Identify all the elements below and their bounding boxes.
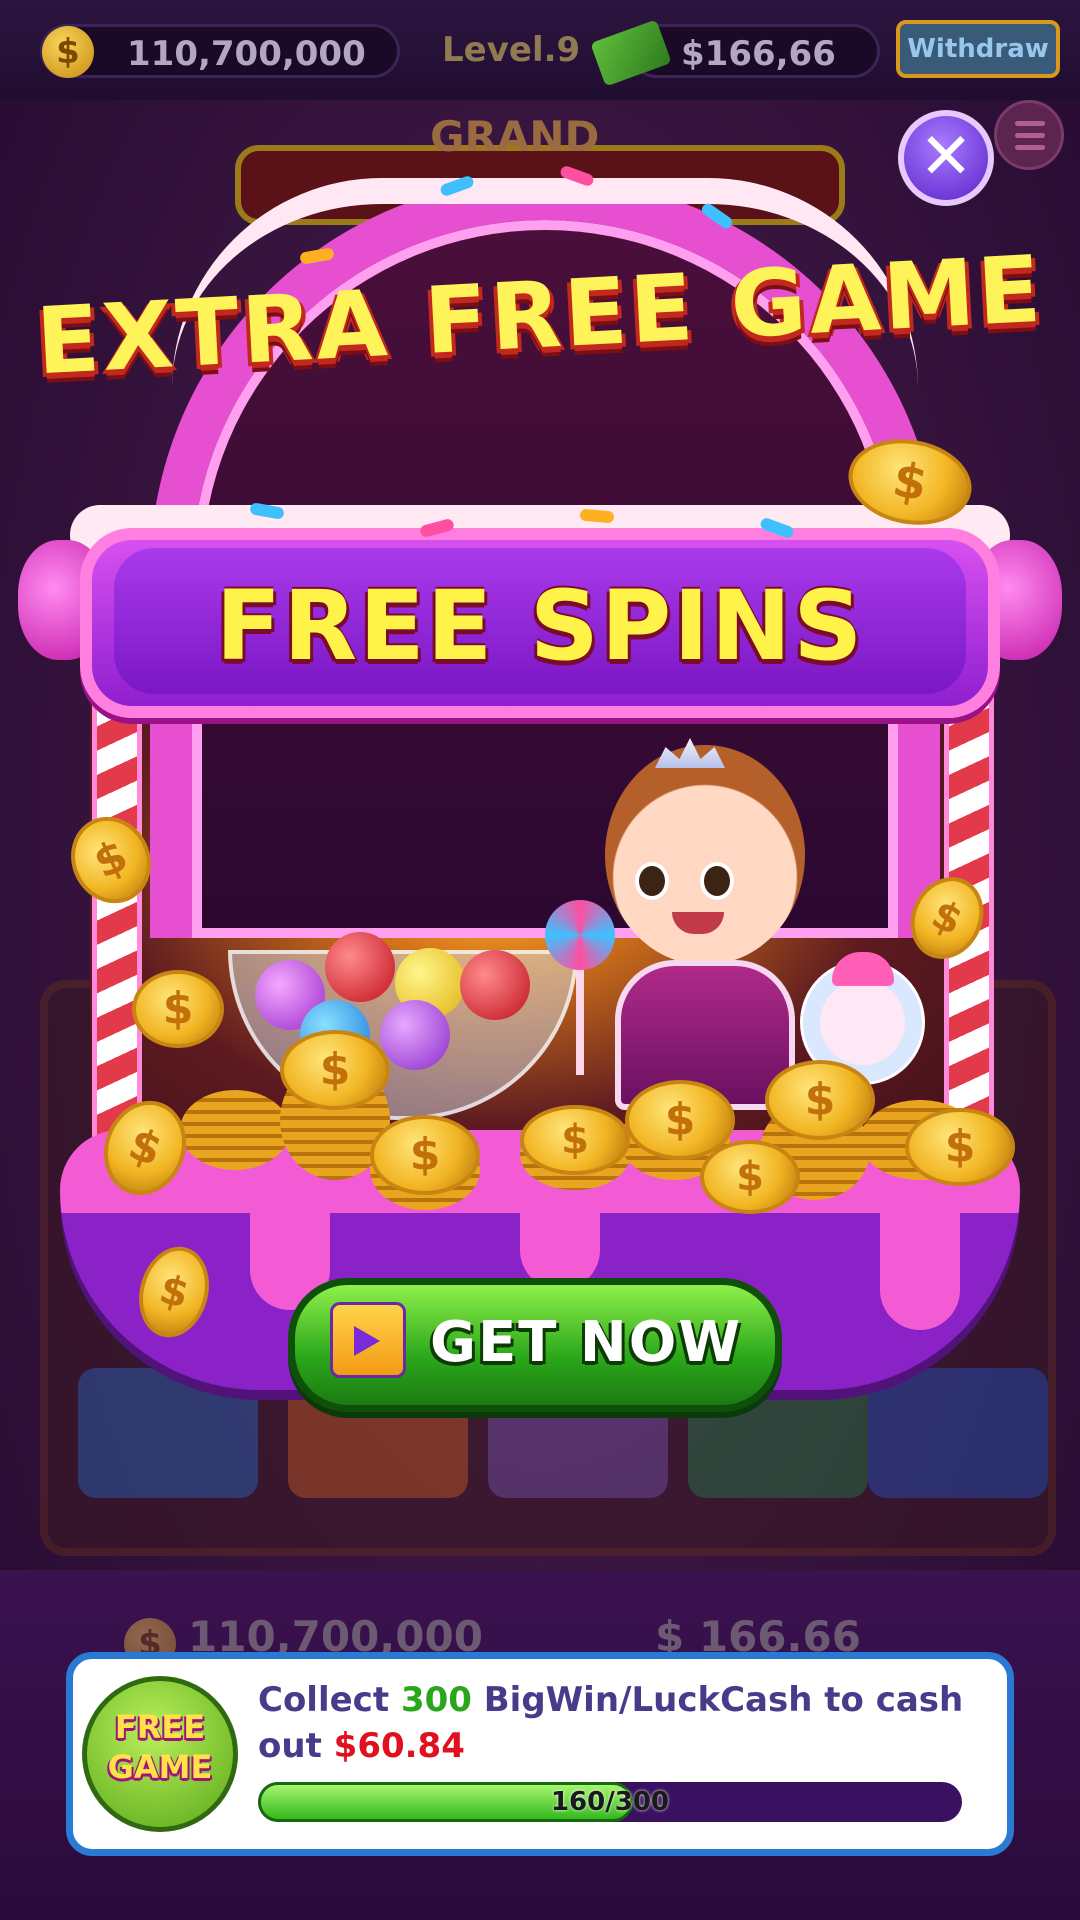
free-spins-label: FREE SPINS [215, 570, 865, 682]
free-game-badge-line2: GAME [107, 1748, 213, 1786]
collect-line2-prefix: out [258, 1726, 334, 1766]
free-game-badge-line1: FREE [114, 1708, 206, 1746]
dollar-coin-icon: $ [280, 1030, 390, 1110]
collect-amount: 300 [400, 1680, 472, 1720]
candy-ball [380, 1000, 450, 1070]
candy-ball [460, 950, 530, 1020]
dollar-coin-icon: $ [905, 1108, 1015, 1186]
play-icon [354, 1326, 380, 1356]
collect-middle: BigWin/LuckCash to cash [471, 1680, 964, 1720]
princess-eye [700, 862, 734, 900]
withdraw-button[interactable]: Withdraw [896, 20, 1060, 78]
coin-icon: $ [42, 26, 94, 78]
collect-progress-text: 160/300 [550, 1787, 670, 1817]
collect-prefix: Collect [258, 1680, 401, 1720]
dollar-coin-icon: $ [132, 970, 224, 1048]
menu-icon-line [1015, 133, 1045, 138]
dollar-coin-icon: $ [370, 1115, 480, 1195]
coin-stack [180, 1090, 290, 1170]
cash-out-amount: $60.84 [333, 1726, 465, 1766]
lollipop-stick [576, 965, 584, 1075]
get-now-label: GET NOW [430, 1310, 743, 1375]
icing-drip [520, 1200, 600, 1290]
icing-drip [880, 1200, 960, 1330]
collect-text-line2: out $60.84 [258, 1726, 465, 1766]
coin-balance-pill: 110,700,000 [40, 24, 400, 78]
dollar-coin-icon: $ [765, 1060, 875, 1140]
cash-balance: $166,66 [681, 34, 836, 74]
level-label: Level.9 [442, 30, 581, 70]
menu-icon-line [1015, 145, 1045, 150]
menu-icon [1015, 121, 1045, 126]
lollipop-icon [545, 900, 615, 970]
close-button[interactable]: ✕ [898, 110, 994, 206]
dollar-coin-icon: $ [700, 1140, 800, 1214]
collect-text-line1: Collect 300 BigWin/LuckCash to cash [258, 1680, 963, 1720]
menu-button[interactable] [994, 100, 1064, 170]
coin-balance: 110,700,000 [127, 34, 366, 74]
candy-ball [325, 932, 395, 1002]
princess-eye [635, 862, 669, 900]
jackpot-label: GRAND [430, 112, 600, 161]
dollar-coin-icon: $ [520, 1105, 630, 1175]
reel-symbol [868, 1368, 1048, 1498]
